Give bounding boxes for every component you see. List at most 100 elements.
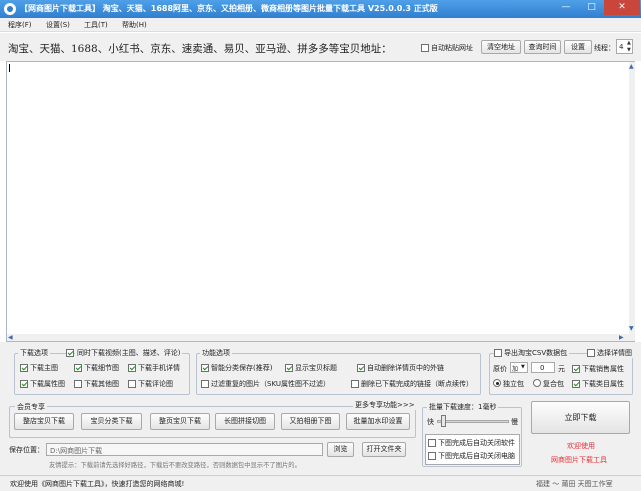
speed-slider-track[interactable] <box>437 420 509 423</box>
merge-label: 复合包 <box>543 380 564 388</box>
remove-links-checkbox[interactable] <box>357 363 365 372</box>
menu-bar: 程序(F) 设置(S) 工具(T) 帮助(H) <box>0 18 641 32</box>
stepper-up-icon[interactable]: ▲ <box>627 40 631 46</box>
browse-button[interactable]: 浏览 <box>327 442 354 457</box>
auto-paste-checkbox[interactable] <box>421 43 429 52</box>
vertical-scrollbar[interactable]: ▲ ▼ <box>629 62 635 341</box>
shutdown-label: 下图完成后自动关闭电脑 <box>438 452 515 460</box>
download-main-checkbox[interactable] <box>20 363 28 372</box>
checkbox-icon <box>128 379 136 388</box>
welcome-line2: 网商图片下载工具 <box>551 456 607 464</box>
status-bar: 欢迎使用《网商图片下载工具》，快速打造您的网络商城! 福建 ～ 莆田 天图工作室 <box>0 475 641 491</box>
video-checkbox[interactable] <box>66 348 74 357</box>
threads-stepper[interactable]: 4 ▲ ▼ <box>616 39 633 54</box>
address-toolbar: 淘宝、天猫、1688、小红书、京东、速卖通、易贝、亚马逊、拼多多等宝贝地址： 自… <box>0 33 641 61</box>
checkbox-icon <box>357 363 365 372</box>
checkbox-icon <box>421 43 429 52</box>
delete-done-label: 删除已下载完成的链接（断点续传） <box>361 380 473 388</box>
download-mobile-checkbox[interactable] <box>128 363 136 372</box>
menu-help[interactable]: 帮助(H) <box>122 20 147 30</box>
select-detail-checkbox[interactable] <box>587 348 595 357</box>
menu-settings[interactable]: 设置(S) <box>46 20 70 30</box>
price-input[interactable]: 0 <box>531 362 555 373</box>
menu-tools[interactable]: 工具(T) <box>84 20 108 30</box>
address-label: 淘宝、天猫、1688、小红书、京东、速卖通、易贝、亚马逊、拼多多等宝贝地址： <box>8 43 392 55</box>
radio-dot-icon <box>496 382 499 385</box>
remove-links-label: 自动删除详情页中的外链 <box>367 364 444 372</box>
menu-program[interactable]: 程序(F) <box>8 20 32 30</box>
batch-watermark-button[interactable]: 批量加水印设置 <box>346 413 410 430</box>
download-other-checkbox[interactable] <box>74 379 82 388</box>
standalone-radio[interactable] <box>493 379 501 387</box>
status-author: 福建 ～ 莆田 天图工作室 <box>536 480 613 488</box>
open-folder-button[interactable]: 打开文件夹 <box>362 442 406 457</box>
price-value: 0 <box>540 364 545 372</box>
download-mobile-label: 下载手机详情 <box>138 364 180 372</box>
save-path-input[interactable]: D:\网商图片下载 <box>46 443 323 456</box>
download-now-button[interactable]: 立即下载 <box>531 401 630 434</box>
shutdown-checkbox[interactable] <box>428 451 436 460</box>
download-options-legend: 下载选项 <box>18 348 50 358</box>
standalone-label: 独立包 <box>503 380 524 388</box>
scroll-down-icon[interactable]: ▼ <box>629 325 634 332</box>
price-op-value: 加 <box>512 366 519 373</box>
checkbox-icon <box>494 348 502 357</box>
speed-fast-label: 快 <box>427 418 434 426</box>
speed-slider-thumb[interactable] <box>440 415 446 427</box>
download-main-label: 下载主图 <box>30 364 58 372</box>
long-image-stitch-button[interactable]: 长图拼接切图 <box>215 413 275 430</box>
smart-save-checkbox[interactable] <box>201 363 209 372</box>
horizontal-scrollbar[interactable]: ◀ ▶ <box>7 334 629 341</box>
smart-save-label: 智能分类保存(推荐) <box>211 364 273 372</box>
price-label: 原价 <box>493 365 507 373</box>
checkbox-icon <box>20 379 28 388</box>
close-software-label: 下图完成后自动关闭软件 <box>438 439 515 447</box>
checkbox-icon <box>66 348 74 357</box>
export-csv-checkbox[interactable] <box>494 348 502 357</box>
filter-dup-label: 过滤重复的图片（SKU属性图不过滤） <box>211 380 330 388</box>
chevron-down-icon: ▼ <box>521 364 525 370</box>
stepper-down-icon[interactable]: ▼ <box>627 47 631 53</box>
checkbox-icon <box>20 363 28 372</box>
speed-slow-label: 慢 <box>511 418 518 426</box>
checkbox-icon <box>74 379 82 388</box>
whole-shop-download-button[interactable]: 整店宝贝下载 <box>14 413 74 430</box>
category-attr-label: 下载类目属性 <box>582 380 624 388</box>
merge-radio[interactable] <box>533 379 541 387</box>
close-software-checkbox[interactable] <box>428 438 436 447</box>
close-button[interactable]: ✕ <box>604 0 640 15</box>
clear-address-button[interactable]: 清空地址 <box>481 40 521 54</box>
scroll-left-icon[interactable]: ◀ <box>8 334 13 341</box>
category-attr-checkbox[interactable] <box>572 379 580 388</box>
speed-legend: 批量下载速度：1毫秒 <box>427 402 499 412</box>
download-attr-label: 下载属性图 <box>30 380 65 388</box>
whole-page-download-button[interactable]: 整页宝贝下载 <box>150 413 210 430</box>
category-download-button[interactable]: 宝贝分类下载 <box>81 413 142 430</box>
checkbox-icon <box>428 438 436 447</box>
download-detail-checkbox[interactable] <box>74 363 82 372</box>
text-cursor <box>9 64 10 72</box>
minimize-button[interactable]: — <box>553 0 579 15</box>
show-title-label: 显示宝贝标题 <box>295 364 337 372</box>
settings-button[interactable]: 设置 <box>564 40 592 54</box>
more-features-link[interactable]: 更多专享功能>>> <box>353 400 417 410</box>
query-time-button[interactable]: 查询时间 <box>524 40 561 54</box>
app-icon <box>4 3 16 15</box>
show-title-checkbox[interactable] <box>285 363 293 372</box>
member-legend: 会员专享 <box>15 402 47 412</box>
sales-attr-label: 下载销售属性 <box>582 365 624 373</box>
download-attr-checkbox[interactable] <box>20 379 28 388</box>
delete-done-checkbox[interactable] <box>351 379 359 388</box>
filter-dup-checkbox[interactable] <box>201 379 209 388</box>
checkbox-icon <box>428 451 436 460</box>
scroll-up-icon[interactable]: ▲ <box>629 63 634 70</box>
download-comment-checkbox[interactable] <box>128 379 136 388</box>
sales-attr-checkbox[interactable] <box>572 364 580 373</box>
maximize-button[interactable]: □ <box>579 0 604 15</box>
checkbox-icon <box>201 363 209 372</box>
price-op-select[interactable]: 加 ▼ <box>510 362 528 373</box>
youpai-album-download-button[interactable]: 又拍相册下图 <box>281 413 340 430</box>
address-textarea[interactable]: ▲ ▼ ◀ ▶ <box>6 61 635 342</box>
video-label: 同时下载视频(主图、描述、评论) <box>75 348 183 358</box>
scroll-right-icon[interactable]: ▶ <box>619 334 624 341</box>
